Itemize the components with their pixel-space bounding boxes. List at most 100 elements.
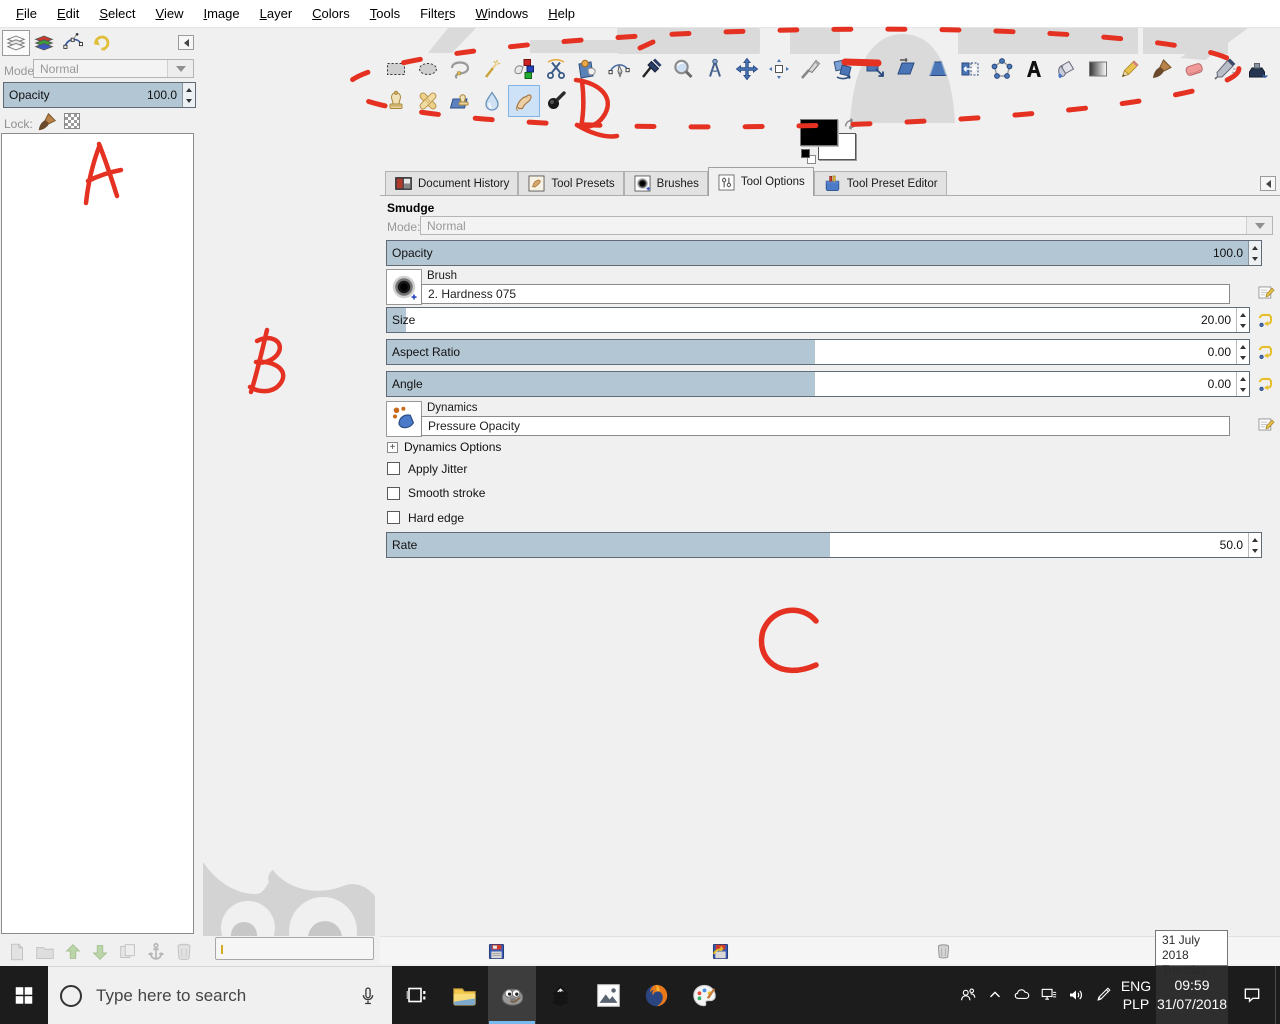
flip-tool-button[interactable] (954, 53, 986, 85)
left-tab-paths[interactable] (59, 30, 87, 56)
dodge-burn-button[interactable] (540, 85, 572, 117)
checkbox-box[interactable] (387, 486, 400, 500)
swap-colors-icon[interactable] (843, 117, 860, 131)
taskbar-app-inkscape[interactable] (536, 966, 584, 1024)
default-fg-swatch[interactable] (801, 149, 810, 158)
scissors-select-button[interactable] (540, 53, 572, 85)
menu-help[interactable]: Help (538, 6, 585, 21)
dock-collapse-button[interactable] (1260, 176, 1276, 191)
shear-tool-button[interactable] (890, 53, 922, 85)
ink-tool-button[interactable] (1241, 53, 1273, 85)
menu-view[interactable]: View (146, 6, 194, 21)
zoom-tool-button[interactable] (667, 53, 699, 85)
edit-brush-button[interactable] (1257, 283, 1276, 302)
blur-sharpen-button[interactable] (476, 85, 508, 117)
tab-tool-options[interactable]: Tool Options (707, 167, 814, 196)
layers-list[interactable] (1, 133, 194, 934)
checkbox-apply-jitter[interactable]: Apply Jitter (387, 460, 485, 477)
reset-aspect-button[interactable] (1256, 343, 1275, 362)
volume-tray-icon[interactable] (1063, 966, 1089, 1024)
foreground-color-swatch[interactable] (800, 119, 838, 146)
crop-tool-button[interactable] (795, 53, 827, 85)
lock-paint-icon[interactable] (36, 111, 58, 133)
tab-document-history[interactable]: Document History (385, 171, 519, 195)
aspect-ratio-slider[interactable]: Aspect Ratio 0.00 (386, 339, 1250, 365)
lower-layer-button[interactable] (89, 941, 111, 963)
checkbox-box[interactable] (387, 511, 400, 524)
taskbar-app-paint3d[interactable] (680, 966, 728, 1024)
angle-spinner[interactable] (1236, 372, 1249, 396)
free-select-button[interactable] (444, 53, 476, 85)
smudge-tool-button[interactable] (508, 85, 540, 117)
taskbar-app-gimp[interactable] (488, 966, 536, 1024)
save-tool-preset-button[interactable] (487, 942, 506, 961)
anchor-layer-button[interactable] (145, 941, 167, 963)
cage-transform-button[interactable] (986, 53, 1018, 85)
fuzzy-select-button[interactable] (476, 53, 508, 85)
delete-tool-preset-button[interactable] (934, 942, 953, 961)
edit-dynamics-button[interactable] (1257, 415, 1276, 434)
eraser-tool-button[interactable] (1178, 53, 1210, 85)
tab-tool-preset-editor[interactable]: Tool Preset Editor (813, 171, 947, 195)
lock-alpha-icon[interactable] (64, 113, 80, 129)
pen-tray-icon[interactable] (1090, 966, 1116, 1024)
paths-tool-button[interactable] (603, 53, 635, 85)
menu-windows[interactable]: Windows (466, 6, 539, 21)
ellipse-select-button[interactable] (412, 53, 444, 85)
layer-opacity-spinner[interactable] (182, 83, 195, 107)
rate-spinner[interactable] (1248, 533, 1261, 557)
opacity-slider[interactable]: Opacity 100.0 (386, 240, 1262, 266)
new-layer-button[interactable] (6, 941, 28, 963)
heal-tool-button[interactable] (412, 85, 444, 117)
network-tray-icon[interactable] (1036, 966, 1062, 1024)
perspective-tool-button[interactable] (922, 53, 954, 85)
dynamics-options-expander[interactable]: + Dynamics Options (387, 440, 501, 454)
taskbar-app-firefox[interactable] (632, 966, 680, 1024)
move-tool-button[interactable] (731, 53, 763, 85)
left-dock-collapse-button[interactable] (178, 35, 194, 50)
start-button[interactable] (0, 966, 48, 1024)
chevron-up-tray-icon[interactable] (982, 966, 1008, 1024)
pencil-tool-button[interactable] (1114, 53, 1146, 85)
align-tool-button[interactable] (763, 53, 795, 85)
brush-name-entry[interactable]: 2. Hardness 075 (421, 284, 1230, 304)
menu-layer[interactable]: Layer (250, 6, 303, 21)
show-desktop-button[interactable] (1275, 966, 1280, 1024)
checkbox-box[interactable] (387, 462, 400, 475)
tab-brushes[interactable]: Brushes (623, 171, 708, 195)
delete-layer-button[interactable] (173, 941, 195, 963)
left-tab-undo-history[interactable] (87, 30, 115, 56)
size-spinner[interactable] (1236, 308, 1249, 332)
menu-edit[interactable]: Edit (47, 6, 89, 21)
layer-mode-dropdown[interactable]: Normal (33, 59, 194, 78)
brush-search-entry[interactable] (215, 937, 374, 960)
menu-filters[interactable]: Filters (410, 6, 465, 21)
brush-thumbnail[interactable] (386, 269, 422, 305)
color-picker-button[interactable] (635, 53, 667, 85)
checkbox-hard-edge[interactable]: Hard edge (387, 509, 485, 526)
restore-tool-preset-button[interactable] (711, 942, 730, 961)
onedrive-tray-icon[interactable] (1009, 966, 1035, 1024)
gradient-tool-button[interactable] (1082, 53, 1114, 85)
bucket-fill-button[interactable] (1050, 53, 1082, 85)
rate-slider[interactable]: Rate 50.0 (386, 532, 1262, 558)
microphone-icon[interactable] (358, 985, 378, 1007)
taskbar-app-photos[interactable] (584, 966, 632, 1024)
text-tool-button[interactable] (1018, 53, 1050, 85)
duplicate-layer-button[interactable] (117, 941, 139, 963)
layer-opacity-slider[interactable]: Opacity 100.0 (3, 82, 196, 108)
foreground-select-button[interactable] (571, 53, 603, 85)
layer-group-button[interactable] (34, 941, 56, 963)
select-by-color-button[interactable] (508, 53, 540, 85)
paint-mode-dropdown[interactable]: Normal (420, 216, 1273, 235)
menu-image[interactable]: Image (193, 6, 249, 21)
paintbrush-tool-button[interactable] (1146, 53, 1178, 85)
rect-select-button[interactable] (380, 53, 412, 85)
language-indicator[interactable]: ENG PLP (1116, 966, 1156, 1024)
task-view-button[interactable] (392, 966, 440, 1024)
action-center-button[interactable] (1232, 966, 1272, 1024)
left-tab-layers[interactable] (2, 30, 30, 56)
angle-slider[interactable]: Angle 0.00 (386, 371, 1250, 397)
menu-colors[interactable]: Colors (302, 6, 360, 21)
dynamics-thumbnail[interactable] (386, 401, 422, 437)
